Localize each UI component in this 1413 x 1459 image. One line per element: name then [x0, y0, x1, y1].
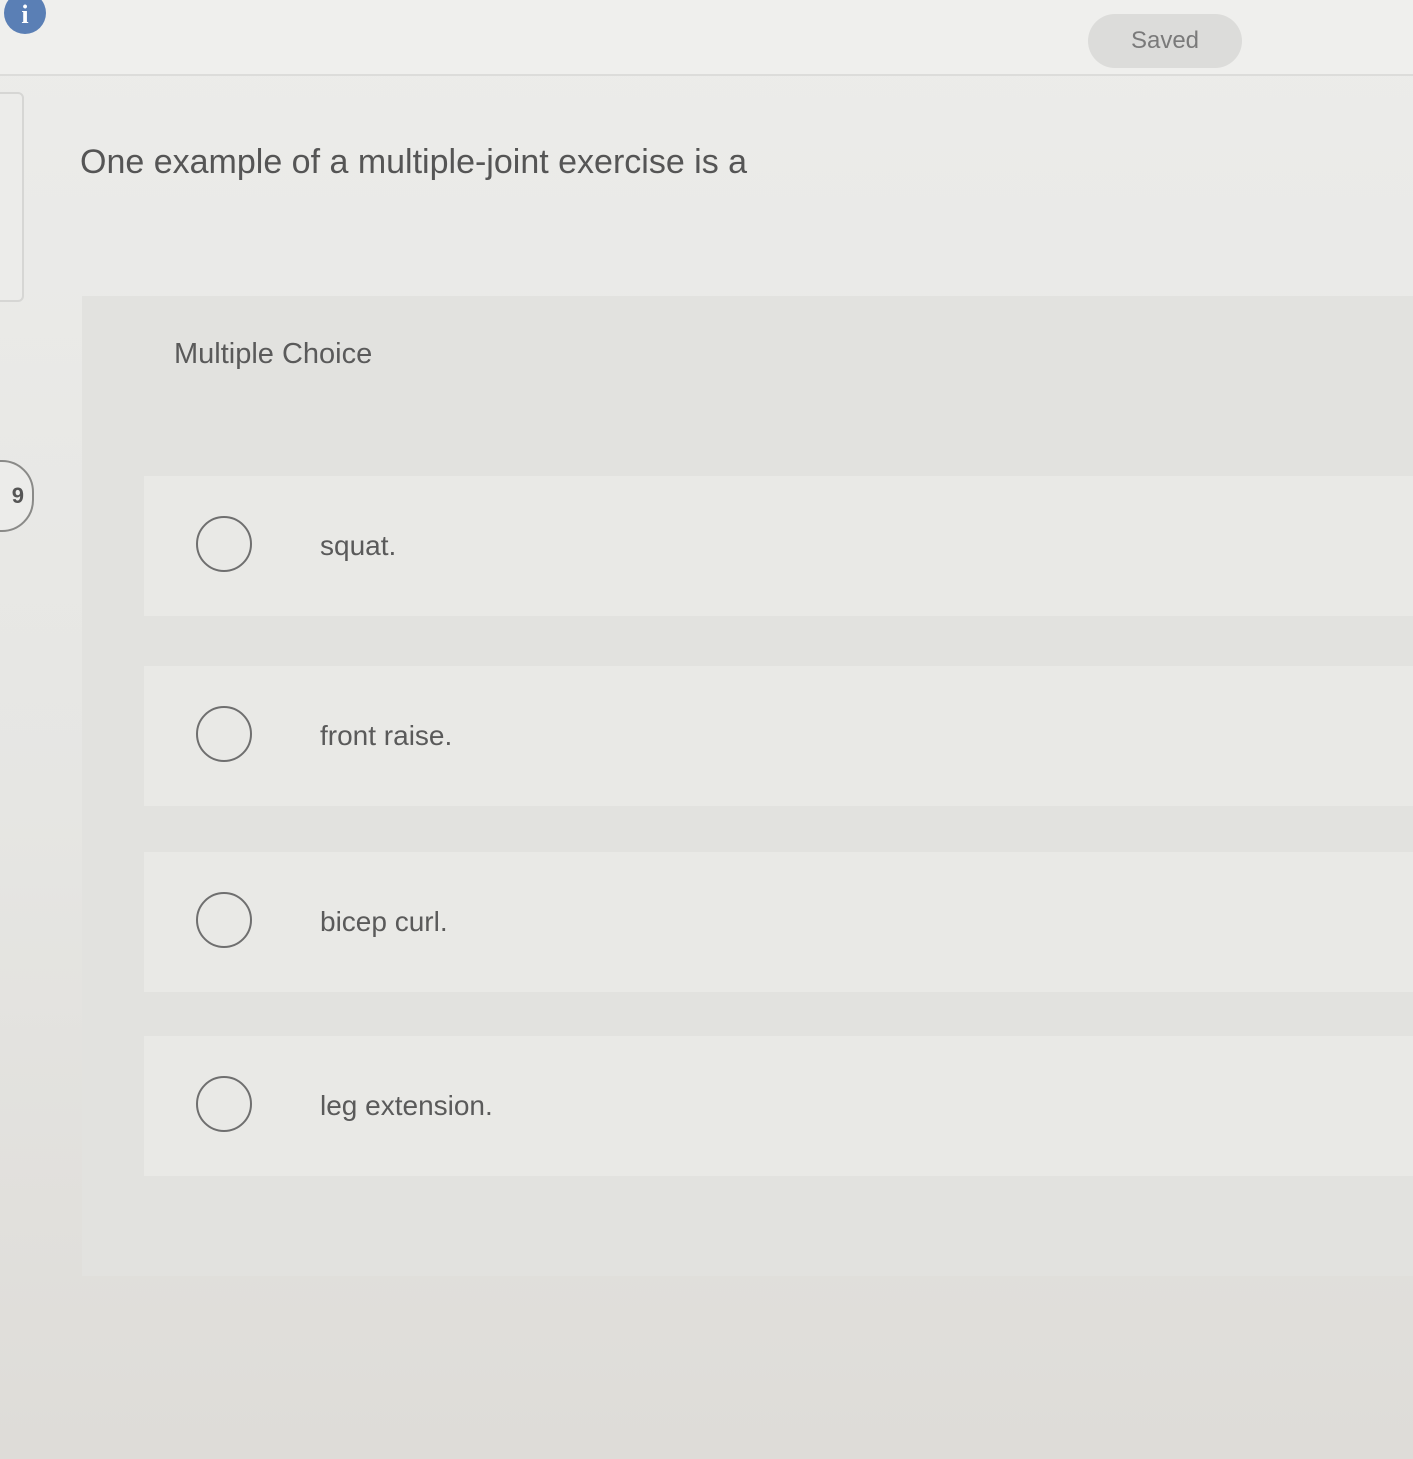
question-number-badge[interactable]: 9	[0, 460, 34, 532]
answer-option-leg-extension[interactable]: leg extension.	[144, 1036, 1413, 1176]
saved-status-badge: Saved	[1088, 14, 1242, 68]
radio-button[interactable]	[196, 892, 252, 948]
question-type-label: Multiple Choice	[174, 338, 373, 370]
multiple-choice-panel: Multiple Choice squat. front raise. bice…	[82, 296, 1413, 1276]
answer-option-label: front raise.	[320, 720, 453, 751]
top-bar: i Saved	[0, 0, 1413, 76]
radio-button[interactable]	[196, 516, 252, 572]
answer-option-bicep-curl[interactable]: bicep curl.	[144, 852, 1413, 992]
answer-option-squat[interactable]: squat.	[144, 476, 1413, 616]
answer-option-label: squat.	[320, 530, 397, 561]
question-prompt: One example of a multiple-joint exercise…	[80, 143, 748, 181]
info-icon[interactable]: i	[4, 0, 46, 34]
side-panel-tab[interactable]	[0, 92, 24, 302]
answer-option-front-raise[interactable]: front raise.	[144, 666, 1413, 806]
radio-button[interactable]	[196, 706, 252, 762]
answer-option-label: leg extension.	[320, 1090, 493, 1121]
radio-button[interactable]	[196, 1076, 252, 1132]
answer-option-label: bicep curl.	[320, 906, 448, 937]
